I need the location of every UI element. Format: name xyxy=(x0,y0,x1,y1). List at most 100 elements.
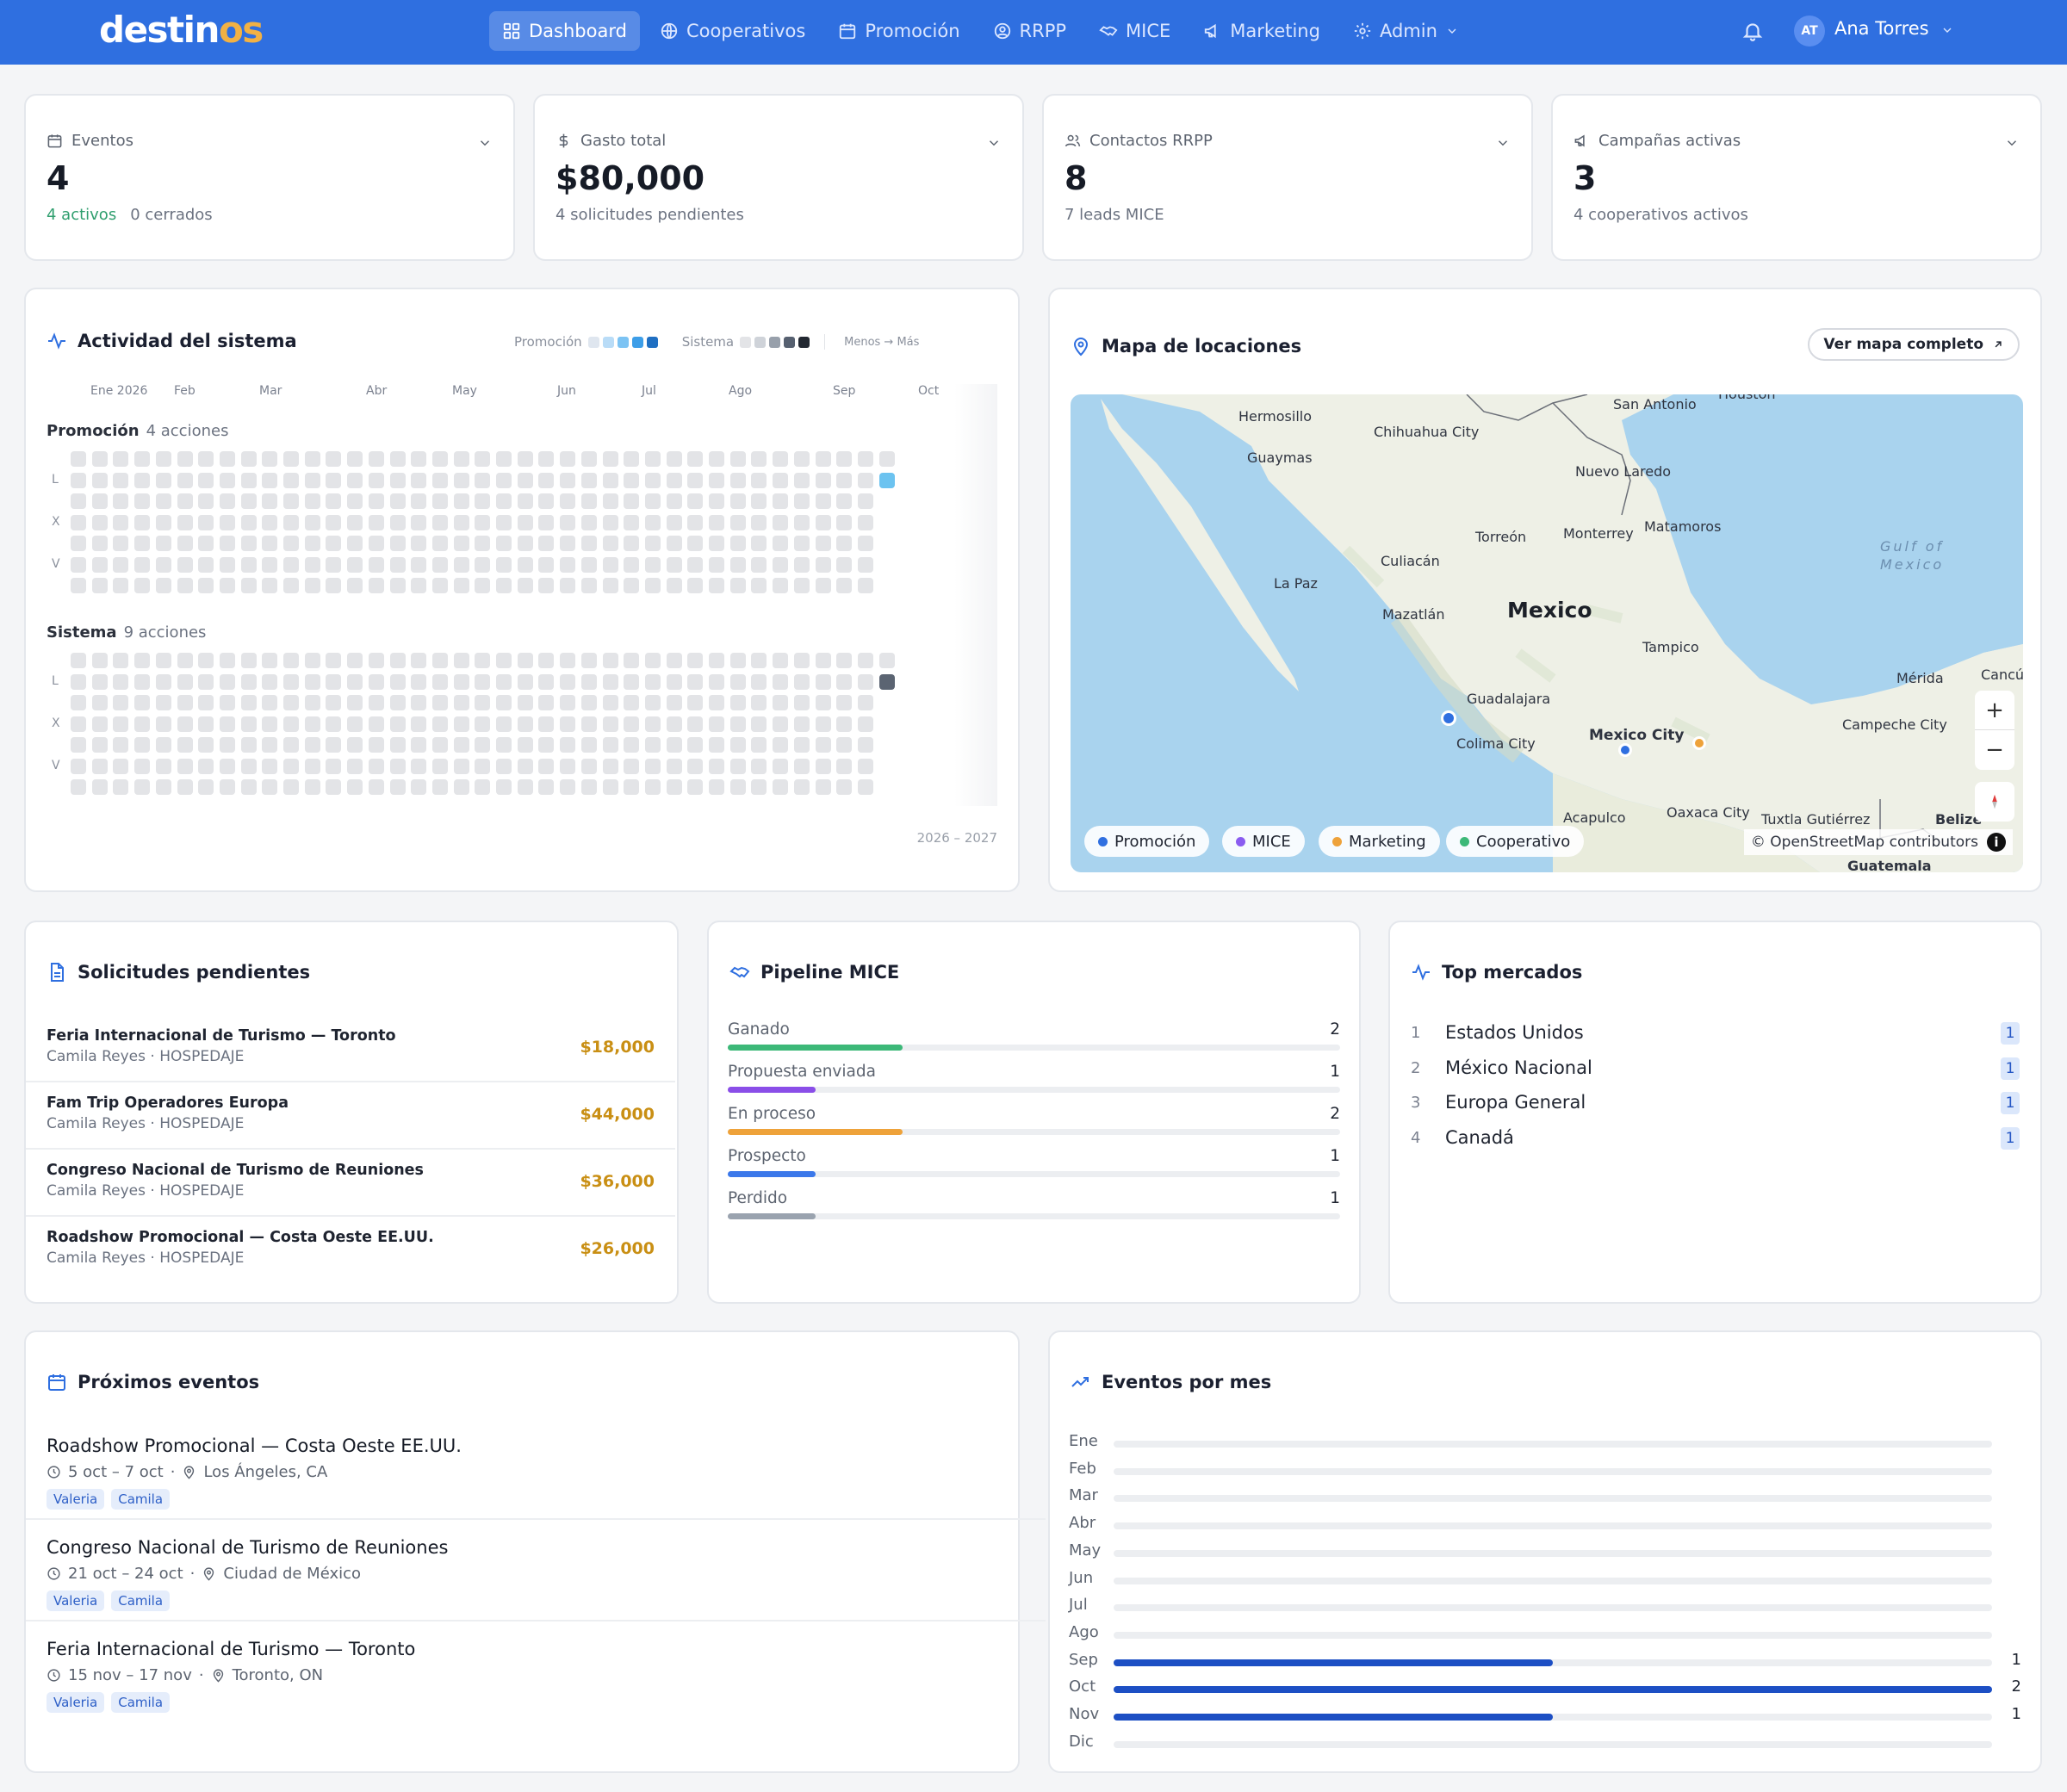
stat-card-eventos[interactable]: Eventos 4 4 activos 0 cerrados xyxy=(24,94,515,261)
heatmap-cell[interactable] xyxy=(644,536,661,551)
heatmap-cell[interactable] xyxy=(560,536,576,551)
request-row[interactable]: Feria Internacional de Turismo — Toronto… xyxy=(26,1015,675,1082)
heatmap-cell[interactable] xyxy=(644,472,661,488)
heatmap-cell[interactable] xyxy=(644,779,661,795)
heatmap-cell[interactable] xyxy=(198,758,214,774)
heatmap-cell[interactable] xyxy=(878,673,895,690)
heatmap-cell[interactable] xyxy=(177,673,193,690)
heatmap-cell[interactable] xyxy=(793,493,810,509)
heatmap-cell[interactable] xyxy=(644,514,661,530)
heatmap-cell[interactable] xyxy=(155,779,171,795)
heatmap-cell[interactable] xyxy=(709,673,724,690)
heatmap-cell[interactable] xyxy=(91,556,108,573)
heatmap-cell[interactable] xyxy=(538,695,555,710)
heatmap-cell[interactable] xyxy=(453,536,469,551)
heatmap-cell[interactable] xyxy=(602,779,618,795)
heatmap-cell[interactable] xyxy=(177,779,193,795)
stat-card-contactos[interactable]: Contactos RRPP 8 7 leads MICE xyxy=(1042,94,1533,261)
heatmap-cell[interactable] xyxy=(240,493,257,509)
heatmap-cell[interactable] xyxy=(580,695,597,710)
heatmap-cell[interactable] xyxy=(431,653,448,668)
heatmap-cell[interactable] xyxy=(602,556,618,573)
heatmap-cell[interactable] xyxy=(538,716,555,732)
stat-card-gasto[interactable]: Gasto total $80,000 4 solicitudes pendie… xyxy=(533,94,1024,261)
event-item[interactable]: Roadshow Promocional — Costa Oeste EE.UU… xyxy=(26,1418,1046,1520)
heatmap-cell[interactable] xyxy=(729,779,746,795)
heatmap-cell[interactable] xyxy=(368,472,384,488)
heatmap-cell[interactable] xyxy=(304,779,320,795)
heatmap-cell[interactable] xyxy=(304,514,320,530)
heatmap-cell[interactable] xyxy=(644,716,661,732)
heatmap-cell[interactable] xyxy=(793,737,810,753)
heatmap-cell[interactable] xyxy=(219,493,235,509)
heatmap-cell[interactable] xyxy=(644,556,661,573)
heatmap-cell[interactable] xyxy=(815,556,831,573)
heatmap-cell[interactable] xyxy=(326,536,342,551)
heatmap-cell[interactable] xyxy=(219,737,235,753)
heatmap-cell[interactable] xyxy=(326,556,342,573)
heatmap-cell[interactable] xyxy=(836,653,853,668)
heatmap-cell[interactable] xyxy=(666,472,682,488)
heatmap-cell[interactable] xyxy=(177,536,193,551)
heatmap-cell[interactable] xyxy=(219,514,235,530)
heatmap-cell[interactable] xyxy=(538,514,555,530)
heatmap-cell[interactable] xyxy=(431,673,448,690)
heatmap-cell[interactable] xyxy=(602,536,618,551)
heatmap-cell[interactable] xyxy=(815,758,831,774)
heatmap-cell[interactable] xyxy=(389,556,406,573)
heatmap-cell[interactable] xyxy=(368,514,384,530)
heatmap-cell[interactable] xyxy=(857,556,873,573)
heatmap-cell[interactable] xyxy=(857,737,873,753)
heatmap-cell[interactable] xyxy=(347,514,363,530)
heatmap-cell[interactable] xyxy=(602,472,618,488)
heatmap-cell[interactable] xyxy=(262,695,278,710)
heatmap-cell[interactable] xyxy=(666,493,682,509)
heatmap-cell[interactable] xyxy=(538,578,555,593)
heatmap-cell[interactable] xyxy=(857,758,873,774)
heatmap-cell[interactable] xyxy=(580,578,597,593)
heatmap-cell[interactable] xyxy=(793,695,810,710)
heatmap-cell[interactable] xyxy=(729,737,746,753)
heatmap-cell[interactable] xyxy=(729,493,746,509)
heatmap-cell[interactable] xyxy=(155,673,171,690)
heatmap-cell[interactable] xyxy=(71,673,86,690)
heatmap-cell[interactable] xyxy=(815,451,831,467)
heatmap-cell[interactable] xyxy=(431,758,448,774)
heatmap-cell[interactable] xyxy=(347,578,363,593)
heatmap-cell[interactable] xyxy=(475,578,491,593)
heatmap-cell[interactable] xyxy=(517,737,533,753)
heatmap-cell[interactable] xyxy=(134,451,151,467)
view-full-map-button[interactable]: Ver mapa completo xyxy=(1808,328,2020,361)
heatmap-cell[interactable] xyxy=(453,451,469,467)
heatmap-cell[interactable] xyxy=(411,695,427,710)
heatmap-cell[interactable] xyxy=(687,451,704,467)
heatmap-cell[interactable] xyxy=(538,451,555,467)
heatmap-cell[interactable] xyxy=(475,536,491,551)
chevron-down-icon[interactable] xyxy=(1940,23,1954,37)
map-canvas[interactable]: Hermosillo Chihuahua City San Antonio Ho… xyxy=(1071,394,2023,872)
heatmap-cell[interactable] xyxy=(687,737,704,753)
heatmap-cell[interactable] xyxy=(773,493,789,509)
heatmap-cell[interactable] xyxy=(368,737,384,753)
heatmap-cell[interactable] xyxy=(815,472,831,488)
heatmap-cell[interactable] xyxy=(368,695,384,710)
heatmap-cell[interactable] xyxy=(71,716,86,732)
heatmap-cell[interactable] xyxy=(326,653,342,668)
heatmap-cell[interactable] xyxy=(71,758,86,774)
heatmap-cell[interactable] xyxy=(815,578,831,593)
heatmap-cell[interactable] xyxy=(560,673,576,690)
heatmap-cell[interactable] xyxy=(411,653,427,668)
bell-icon[interactable] xyxy=(1741,20,1764,42)
heatmap-cell[interactable] xyxy=(815,673,831,690)
heatmap-cell[interactable] xyxy=(496,514,512,530)
heatmap-cell[interactable] xyxy=(773,653,789,668)
heatmap-cell[interactable] xyxy=(751,578,767,593)
heatmap-cell[interactable] xyxy=(304,578,320,593)
heatmap-cell[interactable] xyxy=(709,758,724,774)
heatmap-cell[interactable] xyxy=(304,451,320,467)
heatmap-cell[interactable] xyxy=(580,653,597,668)
heatmap-cell[interactable] xyxy=(709,493,724,509)
heatmap-cell[interactable] xyxy=(368,779,384,795)
heatmap-cell[interactable] xyxy=(304,673,320,690)
heatmap-cell[interactable] xyxy=(113,472,129,488)
